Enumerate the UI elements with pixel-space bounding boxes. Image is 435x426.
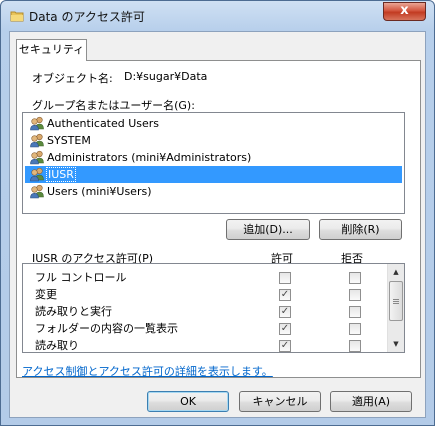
permission-row: 読み取り ✓ — [23, 337, 389, 352]
help-link[interactable]: アクセス制御とアクセス許可の詳細を表示します。 — [22, 363, 273, 379]
add-button[interactable]: 追加(D)... — [226, 219, 310, 240]
allow-checkbox[interactable]: ✓ — [279, 323, 291, 335]
user-listbox[interactable]: Authenticated Users SYSTEM Administrators … — [22, 112, 405, 214]
object-name-value: D:¥sugar¥Data — [124, 70, 208, 83]
ok-button[interactable]: OK — [147, 391, 229, 412]
user-list-item[interactable]: Authenticated Users — [25, 115, 402, 132]
deny-checkbox[interactable] — [349, 323, 361, 335]
permissions-scrollbar[interactable]: ▲ ▼ — [387, 264, 404, 352]
window-title: Data のアクセス許可 — [29, 10, 145, 24]
folder-icon — [10, 9, 24, 23]
scroll-thumb[interactable] — [389, 281, 403, 321]
deny-checkbox[interactable] — [349, 289, 361, 301]
close-button[interactable]: x — [383, 2, 426, 21]
users-icon — [29, 116, 45, 131]
object-name-label: オブジェクト名: — [32, 72, 113, 85]
permission-row: 変更 ✓ — [23, 286, 389, 303]
allow-checkbox[interactable]: ✓ — [279, 340, 291, 352]
permission-row: 読み取りと実行 ✓ — [23, 303, 389, 320]
title-bar[interactable]: Data のアクセス許可 x — [1, 1, 434, 31]
apply-button[interactable]: 適用(A) — [330, 391, 412, 412]
user-name: Administrators (mini¥Administrators) — [47, 151, 252, 164]
permission-name: 読み取りと実行 — [35, 305, 112, 318]
user-list-item[interactable]: SYSTEM — [25, 132, 402, 149]
user-name: Authenticated Users — [47, 117, 160, 130]
deny-checkbox[interactable] — [349, 272, 361, 284]
user-list-item[interactable]: IUSR — [25, 166, 402, 183]
permission-row: フル コントロール — [23, 269, 389, 286]
user-list-item[interactable]: Users (mini¥Users) — [25, 183, 402, 200]
scroll-down-icon[interactable]: ▼ — [388, 336, 404, 352]
deny-checkbox[interactable] — [349, 306, 361, 318]
scroll-up-icon[interactable]: ▲ — [388, 264, 404, 280]
remove-button[interactable]: 削除(R) — [319, 219, 402, 240]
group-list-label: グループ名またはユーザー名(G): — [32, 99, 195, 112]
permission-name: 変更 — [35, 288, 57, 301]
users-icon — [29, 133, 45, 148]
cancel-button[interactable]: キャンセル — [239, 391, 321, 412]
users-icon — [29, 167, 45, 182]
allow-checkbox[interactable]: ✓ — [279, 289, 291, 301]
permissions-list: フル コントロール 変更 ✓ 読み取りと実行 ✓ フォルダーの内容の一覧表示 ✓ 読み取り ✓ … — [22, 263, 405, 353]
user-name: Users (mini¥Users) — [47, 185, 152, 198]
user-name: SYSTEM — [47, 134, 91, 147]
permissions-dialog: Data のアクセス許可 x セキュリティ オブジェクト名: D:¥sugar¥… — [0, 0, 435, 426]
permission-row: フォルダーの内容の一覧表示 ✓ — [23, 320, 389, 337]
user-name: IUSR — [46, 167, 76, 182]
allow-checkbox[interactable] — [279, 272, 291, 284]
tab-security[interactable]: セキュリティ — [16, 39, 87, 61]
deny-checkbox[interactable] — [349, 340, 361, 352]
user-list-item[interactable]: Administrators (mini¥Administrators) — [25, 149, 402, 166]
users-icon — [29, 150, 45, 165]
allow-checkbox[interactable]: ✓ — [279, 306, 291, 318]
users-icon — [29, 184, 45, 199]
close-icon: x — [400, 3, 409, 18]
permission-name: フォルダーの内容の一覧表示 — [35, 322, 178, 335]
permission-name: フル コントロール — [35, 271, 127, 284]
permission-name: 読み取り — [35, 339, 79, 352]
